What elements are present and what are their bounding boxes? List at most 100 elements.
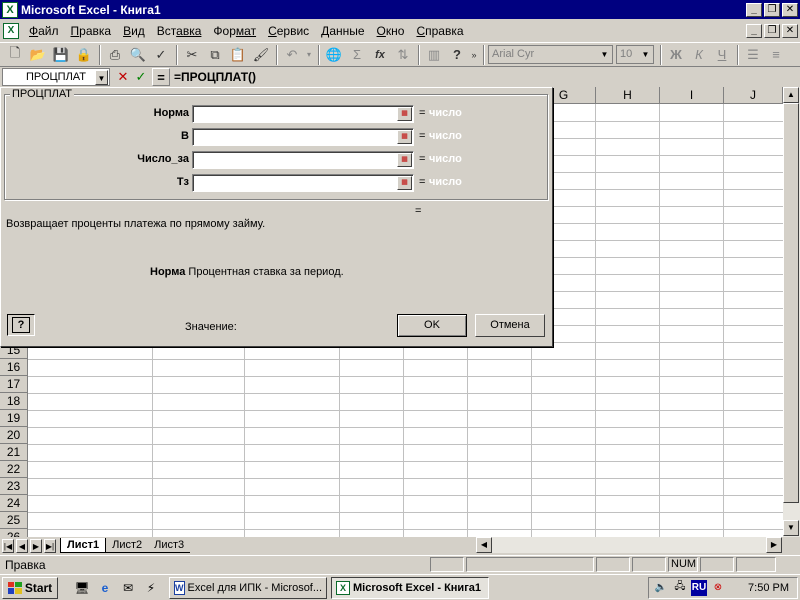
menu-data[interactable]: Данные bbox=[315, 24, 370, 38]
paste-icon[interactable]: 📋 bbox=[227, 44, 249, 66]
new-icon[interactable]: 🗋 bbox=[4, 44, 26, 66]
menu-window[interactable]: Окно bbox=[371, 24, 411, 38]
row-header[interactable]: 26 bbox=[0, 529, 28, 537]
help-icon[interactable]: ? bbox=[446, 44, 468, 66]
taskbar-item-excel[interactable]: X Microsoft Excel - Книга1 bbox=[331, 576, 489, 599]
row-header[interactable]: 17 bbox=[0, 376, 28, 393]
font-name-select[interactable]: Arial Cyr ▼ bbox=[488, 45, 613, 64]
doc-restore-button[interactable]: ❐ bbox=[764, 23, 780, 38]
row-header[interactable]: 24 bbox=[0, 495, 28, 512]
menu-format[interactable]: Формат bbox=[207, 24, 262, 38]
row-header[interactable]: 18 bbox=[0, 393, 28, 410]
arg-input-pv[interactable]: ▦ bbox=[192, 174, 414, 192]
scroll-down-icon[interactable]: ▼ bbox=[783, 520, 799, 536]
align-center-icon[interactable]: ≡ bbox=[765, 44, 787, 66]
open-icon[interactable]: 📂 bbox=[27, 44, 49, 66]
show-desktop-icon[interactable]: 🖥 bbox=[72, 578, 92, 598]
name-box[interactable]: ПРОЦПЛАТ ▼ bbox=[2, 68, 110, 86]
prev-sheet-icon[interactable]: ◀ bbox=[16, 538, 28, 553]
horizontal-scrollbar[interactable]: ◀ ▶ bbox=[476, 537, 782, 553]
restore-button[interactable]: ❐ bbox=[764, 2, 780, 17]
start-button[interactable]: Start bbox=[2, 576, 58, 599]
volume-icon[interactable]: 🔈 bbox=[653, 580, 669, 596]
row-header[interactable]: 21 bbox=[0, 444, 28, 461]
print-icon[interactable]: ⎙ bbox=[104, 44, 126, 66]
cut-icon[interactable]: ✂ bbox=[181, 44, 203, 66]
undo-dropdown-icon[interactable]: ▾ bbox=[304, 44, 314, 66]
save-icon[interactable]: 💾 bbox=[50, 44, 72, 66]
clock[interactable]: 7:50 PM bbox=[748, 582, 789, 594]
workbook-icon[interactable]: X bbox=[3, 22, 19, 39]
menu-file[interactable]: Файл bbox=[23, 24, 65, 38]
language-indicator[interactable]: RU bbox=[691, 579, 707, 596]
column-header[interactable]: H bbox=[596, 87, 660, 104]
menu-edit[interactable]: Правка bbox=[65, 24, 118, 38]
edit-formula-button[interactable]: = bbox=[152, 68, 170, 86]
vertical-scrollbar[interactable]: ▲ ▼ bbox=[783, 87, 800, 537]
minimize-button[interactable]: _ bbox=[746, 2, 762, 17]
close-button[interactable]: ✕ bbox=[782, 2, 798, 17]
column-header[interactable]: J bbox=[724, 87, 783, 104]
print-preview-icon[interactable]: 🔍 bbox=[127, 44, 149, 66]
chart-wizard-icon[interactable]: ▥ bbox=[423, 44, 445, 66]
column-header[interactable]: I bbox=[660, 87, 724, 104]
internet-explorer-icon[interactable]: e bbox=[95, 578, 115, 598]
align-left-icon[interactable]: ☰ bbox=[742, 44, 764, 66]
undo-icon[interactable]: ↶ bbox=[281, 44, 303, 66]
next-sheet-icon[interactable]: ▶ bbox=[30, 538, 42, 553]
menu-insert[interactable]: Вставка bbox=[151, 24, 208, 38]
network-icon[interactable]: 🖧 bbox=[672, 580, 688, 596]
collapse-dialog-icon[interactable]: ▦ bbox=[397, 153, 412, 167]
scroll-left-icon[interactable]: ◀ bbox=[476, 537, 492, 553]
cancel-formula-button[interactable]: ✕ bbox=[114, 68, 132, 86]
doc-minimize-button[interactable]: _ bbox=[746, 23, 762, 38]
row-header[interactable]: 20 bbox=[0, 427, 28, 444]
tray-app-icon[interactable]: ⊗ bbox=[710, 580, 726, 596]
help-button[interactable]: ? bbox=[7, 314, 35, 336]
collapse-dialog-icon[interactable]: ▦ bbox=[397, 107, 412, 121]
collapse-dialog-icon[interactable]: ▦ bbox=[397, 176, 412, 190]
autosum-icon[interactable]: Σ bbox=[346, 44, 368, 66]
last-sheet-icon[interactable]: ▶| bbox=[44, 538, 56, 553]
row-header[interactable]: 22 bbox=[0, 461, 28, 478]
menu-tools[interactable]: Сервис bbox=[262, 24, 315, 38]
format-painter-icon[interactable]: 🖌 bbox=[250, 44, 272, 66]
menu-view[interactable]: Вид bbox=[117, 24, 151, 38]
scroll-up-icon[interactable]: ▲ bbox=[783, 87, 799, 103]
menu-help[interactable]: Справка bbox=[410, 24, 469, 38]
row-header[interactable]: 23 bbox=[0, 478, 28, 495]
arg-input-rate[interactable]: ▦ bbox=[192, 105, 414, 123]
ok-button[interactable]: OK bbox=[397, 314, 467, 337]
copy-icon[interactable]: ⧉ bbox=[204, 44, 226, 66]
row-header[interactable]: 16 bbox=[0, 359, 28, 376]
scroll-thumb[interactable] bbox=[783, 103, 799, 503]
sheet-tab-1[interactable]: Лист1 bbox=[60, 538, 107, 553]
collapse-dialog-icon[interactable]: ▦ bbox=[397, 130, 412, 144]
quicklaunch-misc-icon[interactable]: ⚡ bbox=[141, 578, 161, 598]
scroll-right-icon[interactable]: ▶ bbox=[766, 537, 782, 553]
arg-input-per[interactable]: ▦ bbox=[192, 128, 414, 146]
italic-button[interactable]: К bbox=[688, 44, 710, 66]
toolbar-options-icon[interactable]: » bbox=[469, 44, 479, 66]
formula-input[interactable]: =ПРОЦПЛАТ() bbox=[174, 70, 256, 84]
font-size-select[interactable]: 10 ▼ bbox=[616, 45, 654, 64]
hyperlink-icon[interactable]: 🌐 bbox=[323, 44, 345, 66]
permission-icon[interactable]: 🔒 bbox=[73, 44, 95, 66]
arg-input-nper[interactable]: ▦ bbox=[192, 151, 414, 169]
enter-formula-button[interactable]: ✓ bbox=[132, 68, 150, 86]
doc-close-button[interactable]: ✕ bbox=[782, 23, 798, 38]
chevron-down-icon[interactable]: ▼ bbox=[95, 70, 108, 85]
excel-app-icon[interactable]: X bbox=[2, 1, 18, 18]
sheet-tab-2[interactable]: Лист2 bbox=[106, 538, 149, 553]
sort-icon[interactable]: ⇅ bbox=[392, 44, 414, 66]
cancel-button[interactable]: Отмена bbox=[475, 314, 545, 337]
bold-button[interactable]: Ж bbox=[665, 44, 687, 66]
insert-function-icon[interactable]: fx bbox=[369, 44, 391, 66]
row-header[interactable]: 25 bbox=[0, 512, 28, 529]
row-header[interactable]: 19 bbox=[0, 410, 28, 427]
taskbar-item-word[interactable]: W Excel для ИПК - Microsof... bbox=[169, 576, 327, 599]
sheet-tab-3[interactable]: Лист3 bbox=[148, 538, 191, 553]
outlook-express-icon[interactable]: ✉ bbox=[118, 578, 138, 598]
spelling-icon[interactable]: ✓ bbox=[150, 44, 172, 66]
underline-button[interactable]: Ч bbox=[711, 44, 733, 66]
